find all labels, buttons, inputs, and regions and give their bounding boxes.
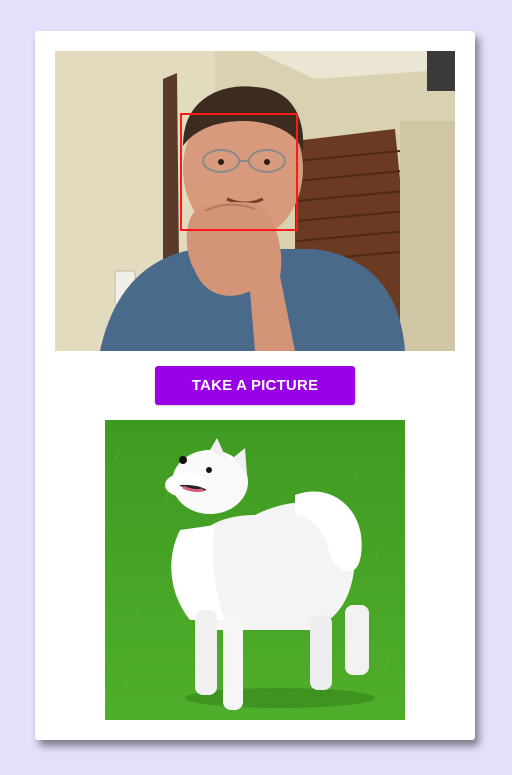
- dog-image: [105, 420, 405, 720]
- face-detection-box: [180, 113, 298, 231]
- captured-photo: [105, 420, 405, 720]
- take-picture-button[interactable]: TAKE A PICTURE: [155, 366, 355, 405]
- app-card: TAKE A PICTURE: [35, 31, 475, 740]
- camera-preview: [55, 51, 455, 351]
